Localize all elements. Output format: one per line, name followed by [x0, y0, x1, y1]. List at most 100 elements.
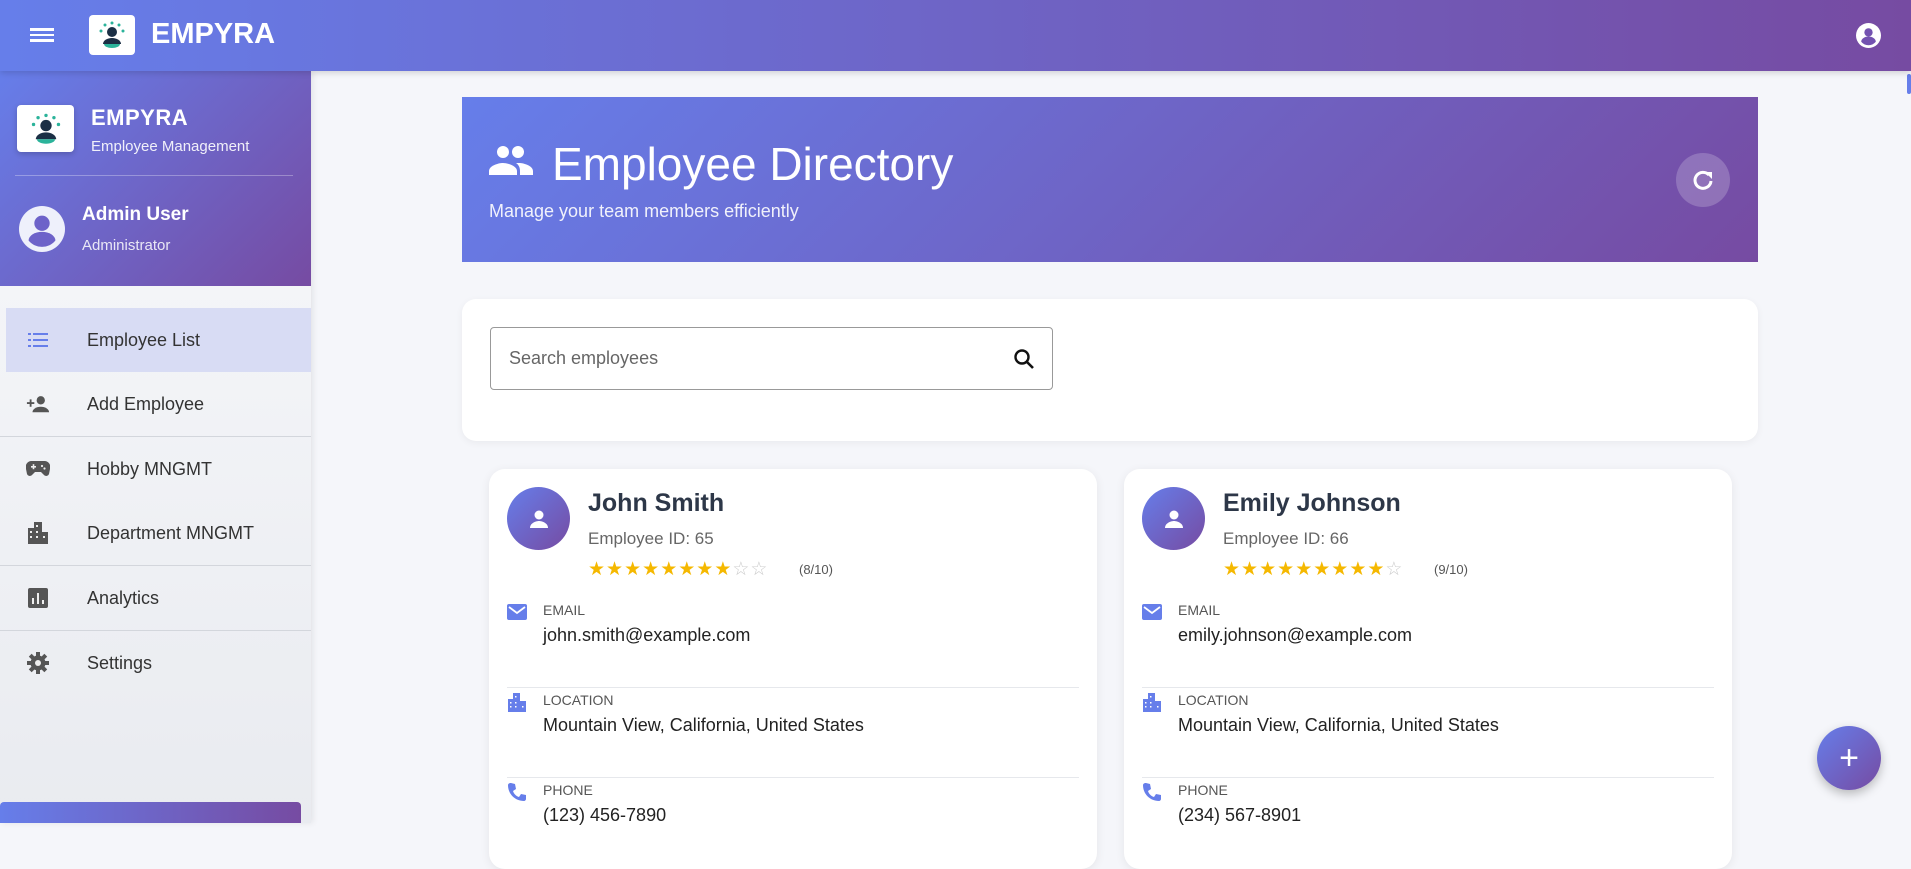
sidebar-item-department[interactable]: Department MNGMT: [0, 501, 311, 565]
field-label: PHONE: [1178, 782, 1228, 798]
rating-stars: ★★★★★★★★☆☆: [588, 558, 768, 581]
field-label: EMAIL: [543, 602, 586, 618]
rating-text: (9/10): [1434, 562, 1468, 577]
phone-icon: [1143, 783, 1161, 801]
star-icon: ★: [642, 559, 661, 580]
page-header-banner: Employee Directory Manage your team memb…: [462, 97, 1758, 262]
employee-id: Employee ID: 65: [588, 529, 714, 548]
user-avatar-icon: [19, 206, 65, 252]
page-subtitle: Manage your team members efficiently: [489, 201, 799, 221]
search-icon[interactable]: [1012, 347, 1036, 371]
star-icon: ★: [1331, 559, 1350, 580]
logo: [89, 15, 135, 55]
star-icon: ☆: [1385, 559, 1404, 580]
search-input[interactable]: [509, 328, 989, 389]
sidebar-item-label: Settings: [87, 652, 153, 673]
star-icon: ★: [1241, 559, 1260, 580]
sidebar: EMPYRA Employee Management Admin User Ad…: [0, 71, 311, 823]
sidebar-item-hobby[interactable]: Hobby MNGMT: [0, 437, 311, 501]
star-icon: ☆: [750, 559, 769, 580]
sidebar-item-label: Add Employee: [87, 393, 205, 414]
sidebar-item-add-employee[interactable]: Add Employee: [0, 372, 311, 436]
building-icon: [508, 693, 526, 712]
sidebar-item-label: Hobby MNGMT: [87, 458, 213, 479]
star-icon: ☆: [732, 559, 751, 580]
menu-icon[interactable]: [30, 25, 54, 45]
employee-card[interactable]: John Smith Employee ID: 65 ★★★★★★★★☆☆ (8…: [489, 469, 1097, 869]
search-card: [462, 299, 1758, 441]
email-value: emily.johnson@example.com: [1178, 625, 1413, 645]
user-role: Administrator: [82, 237, 171, 254]
sidebar-item-label: Employee List: [87, 329, 201, 350]
field-label: LOCATION: [543, 692, 614, 708]
phone-field: PHONE (234) 567-8901: [1142, 778, 1714, 868]
location-field: LOCATION Mountain View, California, Unite…: [507, 688, 1079, 778]
email-value: john.smith@example.com: [543, 625, 751, 645]
sidebar-item-employee-list[interactable]: Employee List: [6, 308, 311, 372]
list-icon: [26, 328, 50, 352]
employee-name: John Smith: [588, 489, 725, 517]
star-icon: ★: [1277, 559, 1296, 580]
sidebar-nav: Employee List Add Employee Hobby MNGMT D…: [0, 308, 311, 695]
star-icon: ★: [624, 559, 643, 580]
employee-avatar: [1142, 487, 1205, 550]
sidebar-header: EMPYRA Employee Management Admin User Ad…: [0, 71, 311, 286]
star-icon: ★: [606, 559, 625, 580]
divider: [15, 175, 293, 176]
sidebar-bottom-button[interactable]: [0, 802, 301, 823]
email-icon: [1142, 604, 1162, 620]
star-icon: ★: [1295, 559, 1314, 580]
location-value: Mountain View, California, United States: [543, 715, 864, 735]
person-icon: [529, 510, 548, 528]
star-icon: ★: [660, 559, 679, 580]
building-icon: [26, 521, 50, 545]
account-icon[interactable]: [1856, 23, 1881, 48]
person-icon: [1164, 510, 1183, 528]
person-add-icon: [26, 392, 50, 416]
add-employee-fab[interactable]: +: [1817, 726, 1881, 790]
sidebar-logo: [17, 105, 74, 152]
app-brand: EMPYRA: [151, 18, 276, 50]
star-icon: ★: [1313, 559, 1332, 580]
employee-id: Employee ID: 66: [1223, 529, 1349, 548]
rating-stars: ★★★★★★★★★☆: [1223, 558, 1403, 581]
refresh-button[interactable]: [1676, 153, 1730, 207]
sidebar-brand: EMPYRA: [91, 105, 189, 130]
sidebar-subtitle: Employee Management: [91, 138, 250, 155]
phone-icon: [508, 783, 526, 801]
field-label: EMAIL: [1178, 602, 1221, 618]
people-icon: [489, 146, 533, 175]
scrollbar[interactable]: [1907, 74, 1911, 94]
user-name: Admin User: [82, 204, 189, 225]
star-icon: ★: [714, 559, 733, 580]
star-icon: ★: [678, 559, 697, 580]
email-field: EMAIL john.smith@example.com: [507, 598, 1079, 688]
sidebar-item-settings[interactable]: Settings: [0, 631, 311, 695]
plus-icon: +: [1839, 738, 1859, 777]
email-field: EMAIL emily.johnson@example.com: [1142, 598, 1714, 688]
employee-avatar: [507, 487, 570, 550]
sidebar-item-label: Department MNGMT: [87, 522, 255, 543]
employee-card[interactable]: Emily Johnson Employee ID: 66 ★★★★★★★★★☆…: [1124, 469, 1732, 869]
field-label: PHONE: [543, 782, 593, 798]
rating-text: (8/10): [799, 562, 833, 577]
star-icon: ★: [1223, 559, 1242, 580]
location-field: LOCATION Mountain View, California, Unite…: [1142, 688, 1714, 778]
star-icon: ★: [1367, 559, 1386, 580]
star-icon: ★: [588, 559, 607, 580]
top-app-bar: EMPYRA: [0, 0, 1911, 71]
search-field: [490, 327, 1053, 390]
gear-icon: [26, 651, 50, 675]
sidebar-item-analytics[interactable]: Analytics: [0, 566, 311, 630]
gamepad-icon: [26, 457, 50, 481]
star-icon: ★: [1349, 559, 1368, 580]
field-label: LOCATION: [1178, 692, 1249, 708]
star-icon: ★: [1259, 559, 1278, 580]
page-title: Employee Directory: [552, 138, 954, 190]
building-icon: [1143, 693, 1161, 712]
location-value: Mountain View, California, United States: [1178, 715, 1499, 735]
email-icon: [507, 604, 527, 620]
phone-field: PHONE (123) 456-7890: [507, 778, 1079, 868]
analytics-icon: [26, 586, 50, 610]
star-icon: ★: [696, 559, 715, 580]
